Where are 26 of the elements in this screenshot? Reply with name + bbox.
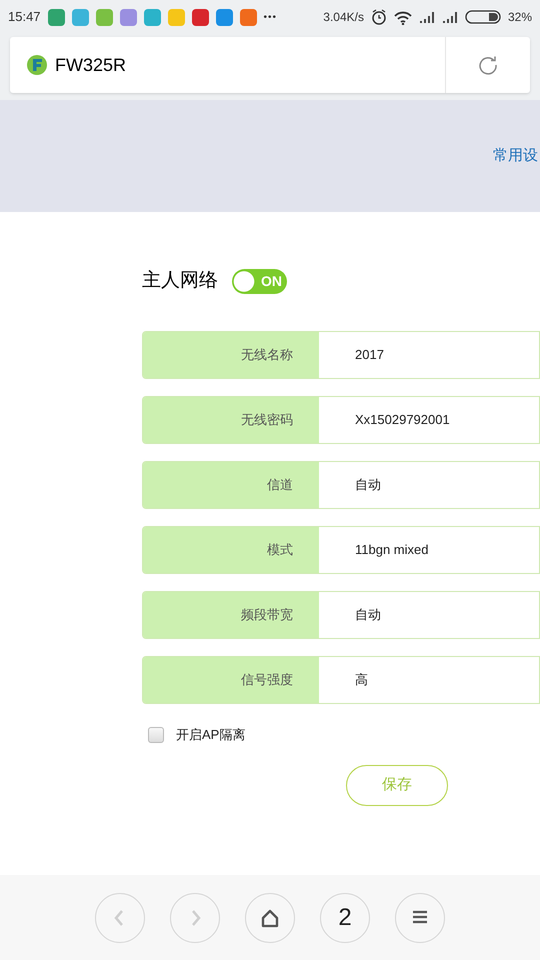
site-logo-icon: [27, 55, 47, 75]
field-label: 无线名称: [143, 332, 319, 378]
field-label: 信道: [143, 462, 319, 508]
field-label: 无线密码: [143, 397, 319, 443]
signal-icon: [442, 10, 458, 24]
settings-link[interactable]: 常用设: [493, 144, 538, 168]
page-title: FW325R: [55, 54, 126, 76]
section-title: 主人网络: [142, 268, 218, 293]
alarm-icon: [370, 9, 387, 25]
signal-icon: [418, 10, 435, 24]
clock: 15:47: [8, 8, 41, 26]
tabs-button[interactable]: 2: [320, 892, 370, 942]
battery-percentage: 32%: [508, 9, 532, 26]
field-label: 频段带宽: [143, 592, 319, 638]
field-label: 信号强度: [143, 657, 319, 703]
more-notifications-icon: •••: [264, 10, 278, 24]
battery-icon: [464, 10, 501, 24]
menu-button[interactable]: [395, 892, 445, 942]
network-speed: 3.04K/s: [323, 9, 364, 26]
home-button[interactable]: [245, 892, 295, 942]
checkbox[interactable]: [148, 726, 164, 743]
wifi-icon: [394, 10, 412, 24]
home-icon: [260, 908, 280, 928]
field-label: 模式: [143, 527, 319, 573]
checkbox-label: 开启AP隔离: [176, 726, 246, 744]
reload-icon: [477, 54, 499, 76]
